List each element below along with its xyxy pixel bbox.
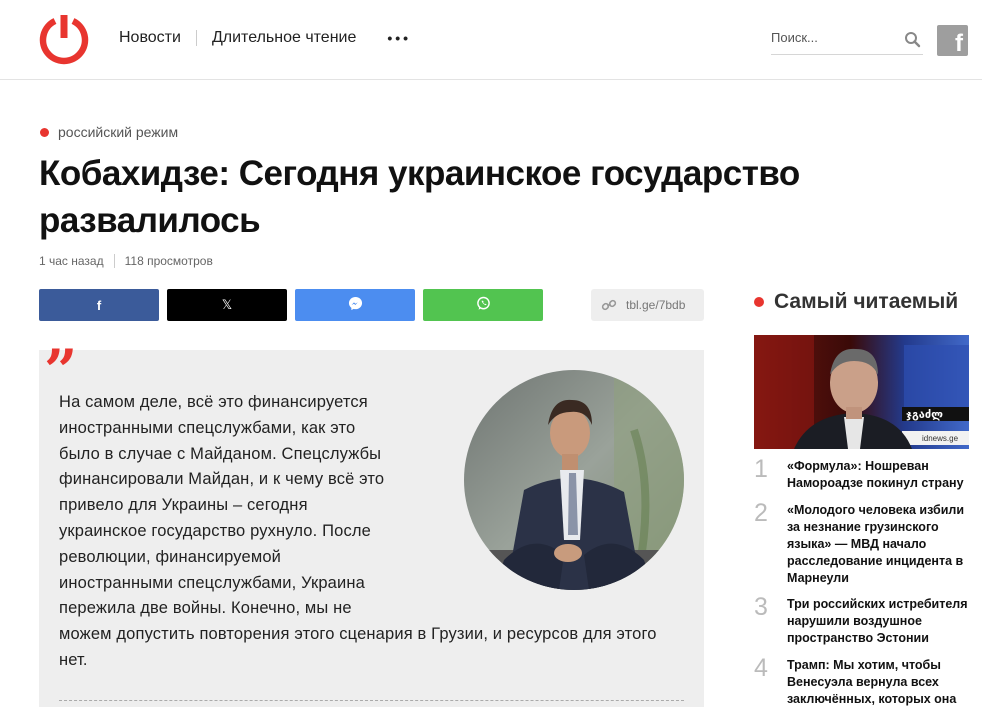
svg-text:ჯგაძლ: ჯგაძლ (906, 408, 943, 421)
quote-line: финансировали Майдан, и к чему всё это (59, 470, 385, 489)
nav-longread[interactable]: Длительное чтение (212, 29, 356, 47)
main-nav: Новости Длительное чтение ••• (119, 29, 411, 47)
most-read-image[interactable]: ჯგაძლ idnews.ge (754, 335, 969, 449)
item-headline[interactable]: Трамп: Мы хотим, чтобы Венесуэла вернула… (787, 657, 969, 708)
item-headline[interactable]: «Молодого человека избили за незнание гр… (787, 502, 969, 587)
most-read-item[interactable]: 2 «Молодого человека избили за незнание … (754, 499, 969, 587)
short-link[interactable]: tbl.ge/7bdb (591, 289, 704, 321)
most-read-title: Самый читаемый (774, 290, 959, 313)
meta-divider (113, 254, 115, 268)
most-read-heading: Самый читаемый (754, 290, 958, 314)
view-count: 118 просмотров (124, 254, 213, 268)
facebook-icon[interactable]: f (937, 25, 968, 56)
item-number: 1 (754, 455, 768, 483)
nav-news[interactable]: Новости (119, 29, 181, 47)
article-meta: 1 час назад 118 просмотров (39, 254, 213, 268)
facebook-icon: f (96, 297, 102, 313)
quote-line: иностранными спецслужбами, Украина (59, 573, 365, 592)
heading-dot (754, 297, 764, 307)
publish-time: 1 час назад (39, 254, 104, 268)
link-icon (601, 299, 617, 311)
most-read-item[interactable]: 4 Трамп: Мы хотим, чтобы Венесуэла верну… (754, 654, 969, 708)
quote-line: было в случае с Майданом. Спецслужбы (59, 444, 382, 463)
article-title: Кобахидзе: Сегодня украинское государств… (39, 154, 800, 240)
category-dot (40, 127, 49, 137)
most-read-item[interactable]: 1 «Формула»: Ношреван Намороадзе покинул… (754, 455, 969, 492)
quote-line: На самом деле, всё это финансируется (59, 393, 368, 411)
quote-line: иностранными спецслужбами, как это (59, 418, 356, 437)
quote-block: ” На самом деле, всё это финансируется и… (39, 342, 704, 707)
share-x-button[interactable]: 𝕏 (167, 289, 287, 321)
item-headline[interactable]: Три российских истребителя нарушили возд… (787, 596, 969, 647)
messenger-icon (348, 296, 363, 314)
share-whatsapp-button[interactable] (423, 289, 543, 321)
quote-line: пережила две войны. Конечно, мы не (59, 599, 352, 618)
quote-tail: можем допустить повторения этого сценари… (59, 625, 657, 669)
site-header: Новости Длительное чтение ••• f (0, 0, 982, 80)
quote-line: привело для Украины – сегодня (59, 496, 308, 515)
image-caption: idnews.ge (922, 434, 959, 443)
short-link-text: tbl.ge/7bdb (626, 298, 686, 312)
nav-divider (195, 30, 197, 46)
item-number: 3 (754, 593, 768, 621)
item-number: 2 (754, 499, 768, 527)
quote-divider (59, 700, 684, 701)
magnifier-icon[interactable] (904, 31, 921, 53)
search-input[interactable] (771, 28, 891, 47)
quote-text: На самом деле, всё это финансируется ино… (59, 390, 679, 674)
category-label: российский режим (58, 124, 179, 140)
most-read-item[interactable]: 3 Три российских истребителя нарушили во… (754, 593, 969, 647)
x-icon: 𝕏 (221, 297, 233, 312)
share-messenger-button[interactable] (295, 289, 415, 321)
more-menu-icon[interactable]: ••• (387, 30, 411, 46)
share-facebook-button[interactable]: f (39, 289, 159, 321)
quote-line: украинское государство рухнуло. После (59, 521, 371, 540)
whatsapp-icon (476, 296, 491, 314)
quote-line: революции, финансируемой (59, 547, 282, 566)
search-box (771, 28, 923, 55)
item-headline[interactable]: «Формула»: Ношреван Намороадзе покинул с… (787, 458, 969, 492)
item-number: 4 (754, 654, 768, 682)
category-tag[interactable]: российский режим (40, 124, 178, 140)
power-logo-icon[interactable] (38, 13, 90, 65)
